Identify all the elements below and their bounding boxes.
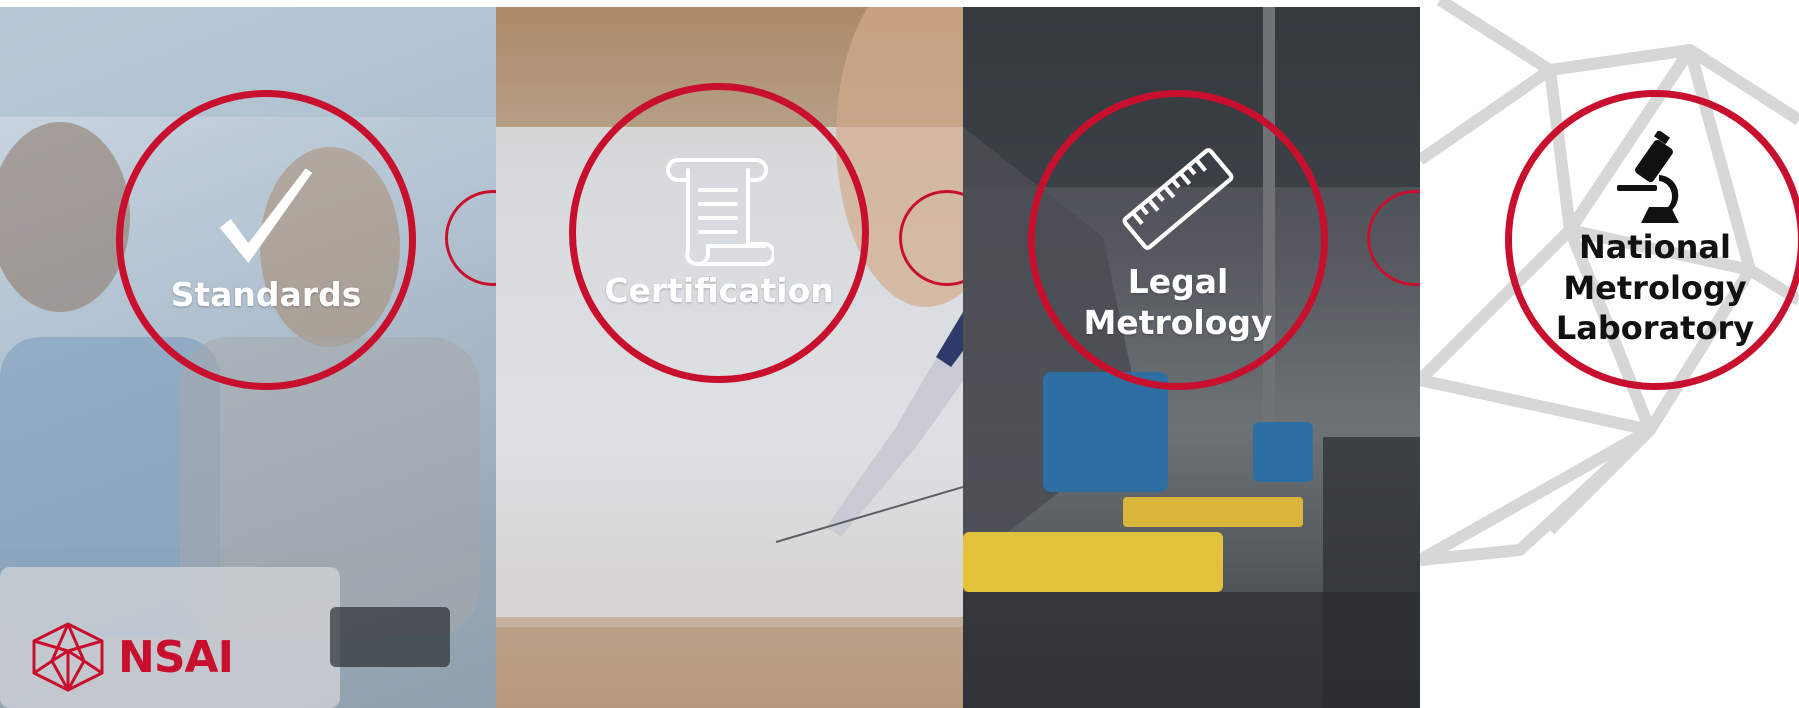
nsai-polyhedron-icon [32,622,104,692]
legal-metrology-panel[interactable]: Legal Metrology [963,7,1420,708]
legal-metrology-label-line-2: Metrology [1083,303,1273,342]
certification-circle[interactable]: Certification [569,83,869,383]
legal-metrology-circle[interactable]: Legal Metrology [1028,90,1328,390]
checkmark-icon [219,168,313,264]
legal-metrology-label-line-1: Legal [1127,261,1229,301]
national-metrology-laboratory-panel[interactable]: National Metrology Laboratory [1420,0,1799,708]
nsai-logo[interactable]: NSAI [28,621,234,693]
nml-label-line-1: National [1579,227,1731,266]
nml-label-line-3: Laboratory [1555,309,1755,348]
legal-metrology-label: Legal Metrology [1083,261,1272,344]
standards-circle[interactable]: Standards [116,90,416,390]
scroll-icon [666,158,774,267]
national-metrology-laboratory-label: National Metrology Laboratory [1556,227,1754,350]
standards-panel[interactable]: Standards NSAI [0,7,496,708]
standards-label: Standards [170,275,362,315]
national-metrology-laboratory-circle[interactable]: National Metrology Laboratory [1505,90,1799,390]
certification-label: Certification [604,271,834,311]
ruler-icon [1122,147,1234,250]
nsai-logo-text: NSAI [118,631,234,683]
microscope-icon [1617,130,1679,223]
nml-label-line-2: Metrology [1563,268,1747,307]
